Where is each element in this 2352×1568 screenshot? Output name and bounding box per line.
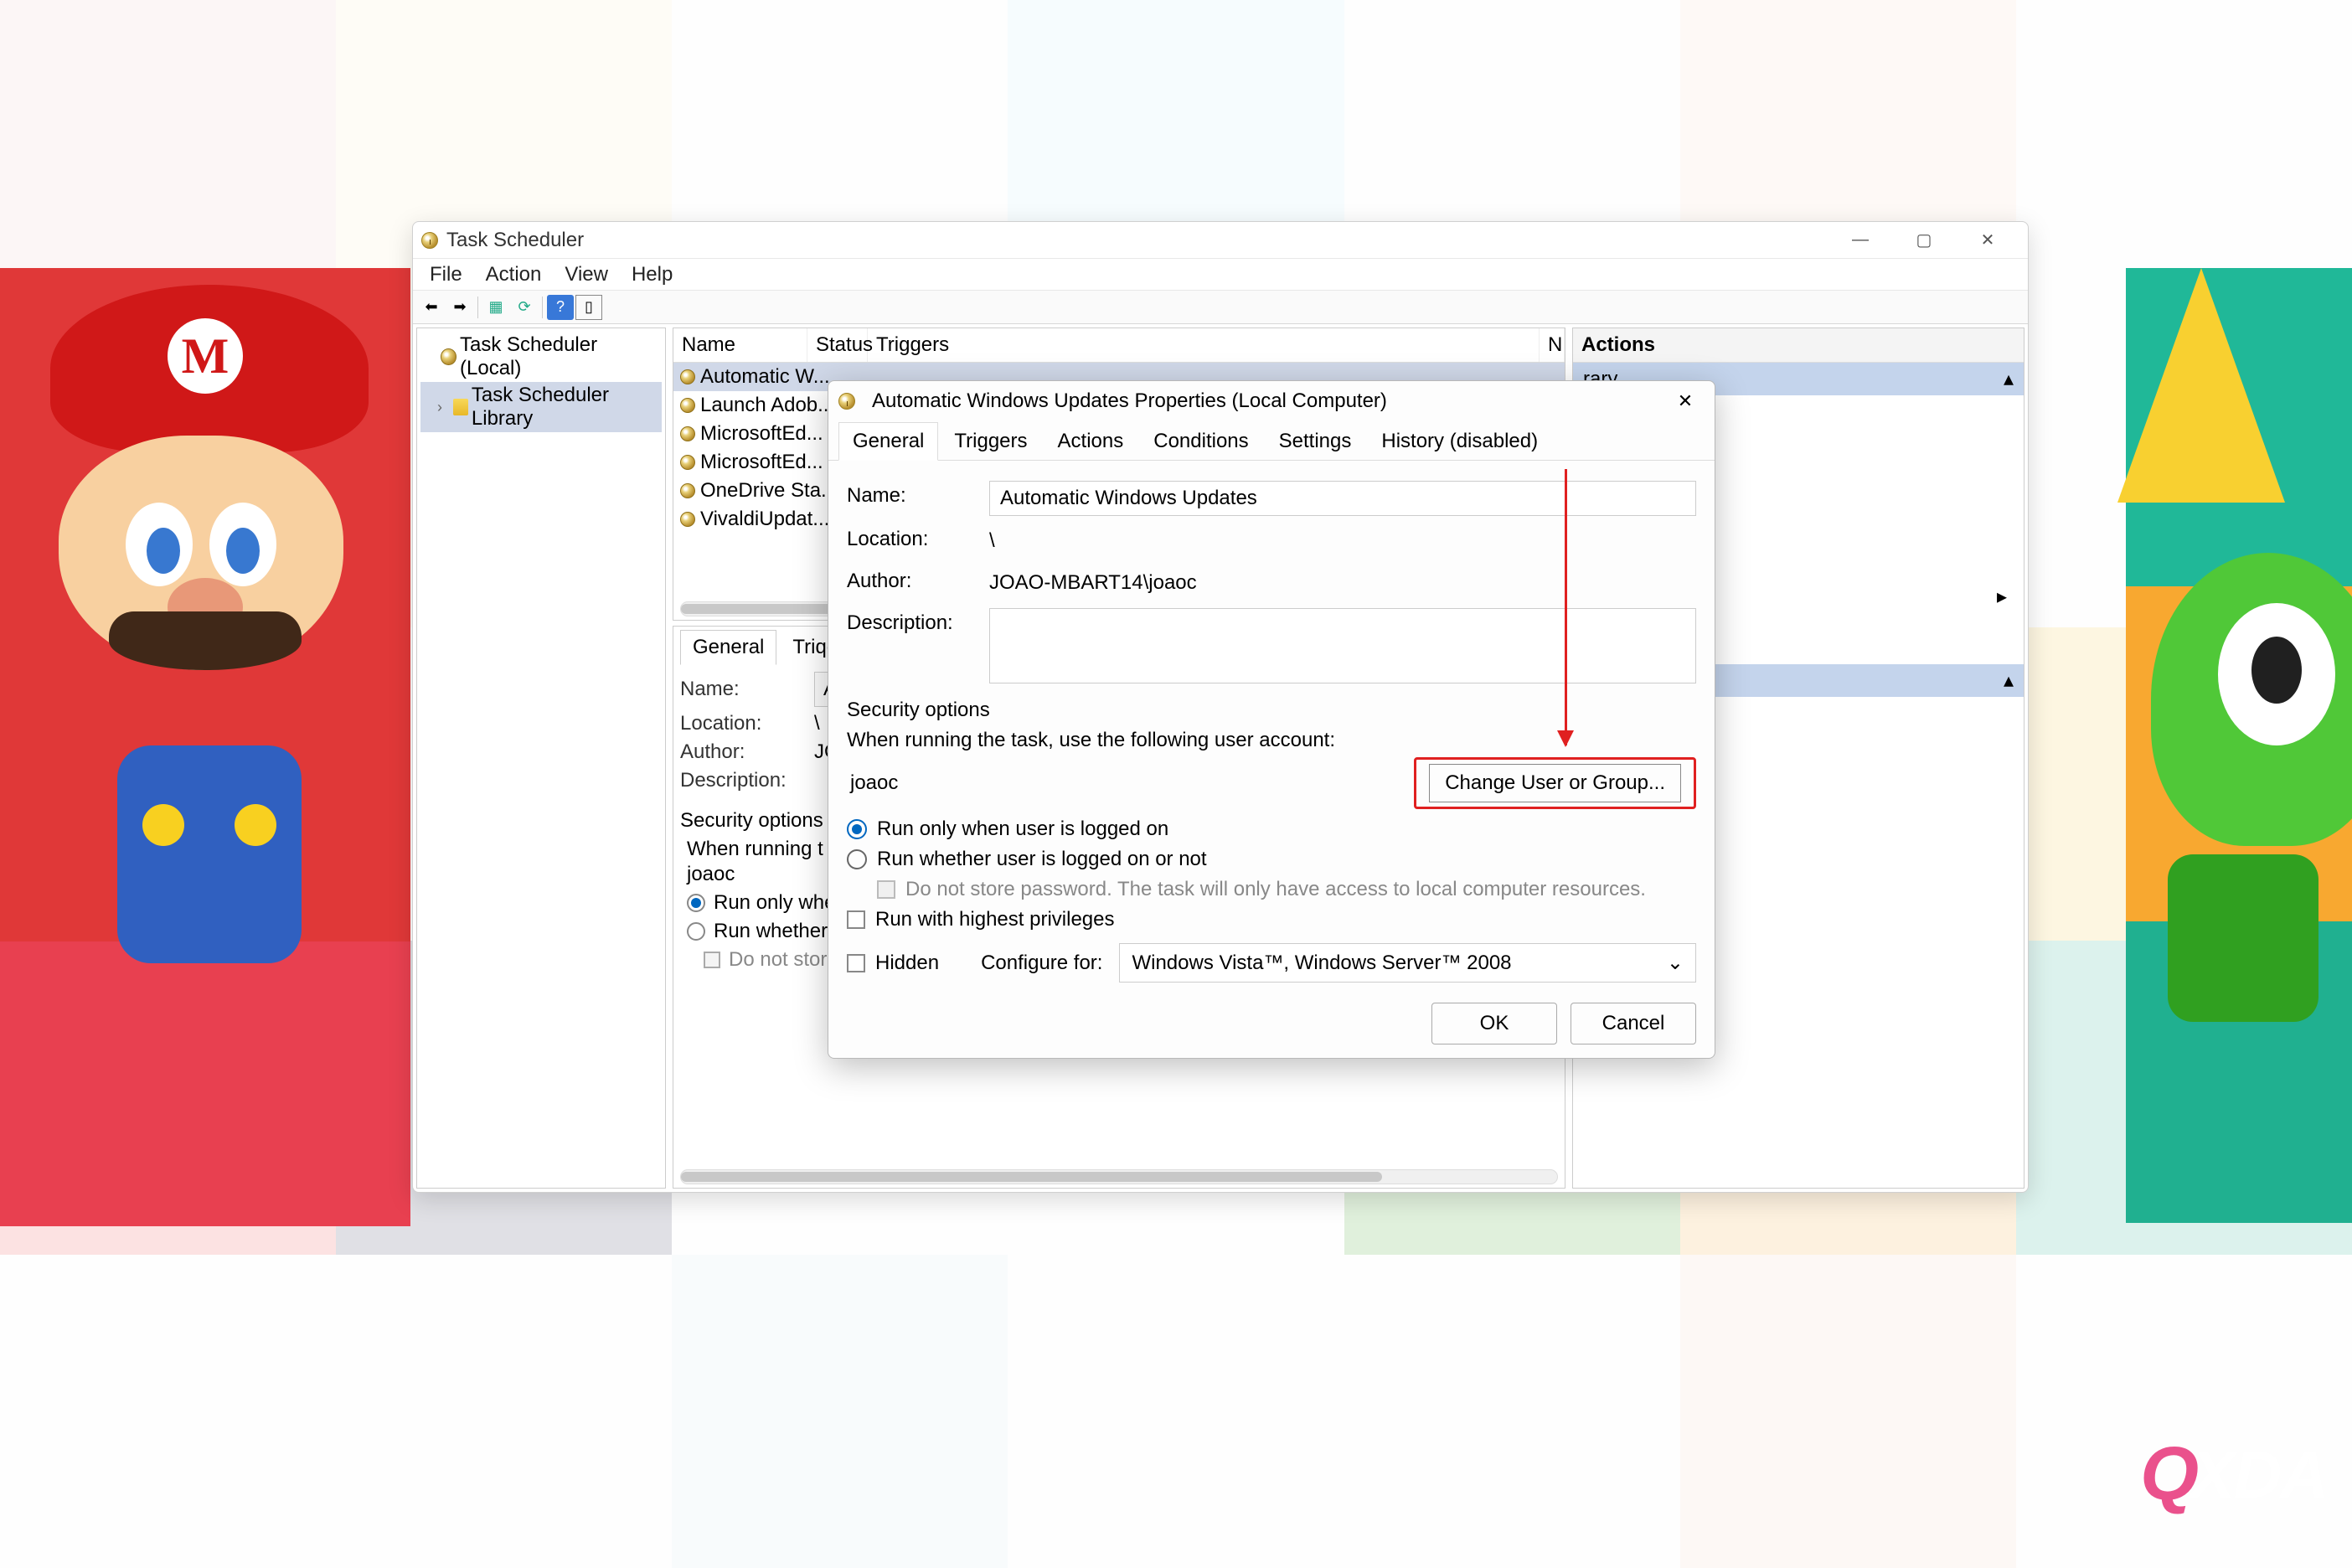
tab-triggers[interactable]: Triggers — [940, 422, 1041, 461]
refresh-button[interactable]: ⟳ — [511, 295, 538, 320]
dialog-title: Automatic Windows Updates Properties (Lo… — [872, 389, 1387, 413]
ok-button[interactable]: OK — [1431, 1003, 1557, 1044]
task-icon — [680, 426, 695, 441]
checkbox-hidden[interactable] — [847, 954, 865, 972]
label-name: Name: — [680, 678, 797, 701]
hscrollbar[interactable] — [680, 1169, 1558, 1184]
dialog-tabs: General Triggers Actions Conditions Sett… — [828, 421, 1715, 461]
task-icon — [680, 369, 695, 384]
radio-run-whether[interactable] — [847, 849, 867, 869]
select-value: Windows Vista™, Windows Server™ 2008 — [1132, 952, 1511, 975]
titlebar[interactable]: Task Scheduler — ▢ ✕ — [413, 222, 2028, 259]
checkbox-no-password-bg — [704, 952, 720, 968]
configure-for-label: Configure for: — [981, 952, 1102, 975]
actions-header: Actions — [1573, 328, 2024, 363]
forward-button[interactable]: ➡ — [446, 295, 473, 320]
dlg-label-author: Author: — [847, 566, 972, 593]
toolbar: ⬅ ➡ ▦ ⟳ ? ▯ — [413, 291, 2028, 324]
tree-library-node[interactable]: › Task Scheduler Library — [420, 382, 662, 432]
menu-view[interactable]: View — [554, 260, 618, 290]
minimize-button[interactable]: — — [1828, 222, 1892, 259]
checkbox-highest-privileges[interactable] — [847, 910, 865, 929]
dialog-titlebar[interactable]: Automatic Windows Updates Properties (Lo… — [828, 381, 1715, 421]
radio-run-logged-on[interactable] — [847, 819, 867, 839]
tab-settings[interactable]: Settings — [1265, 422, 1366, 461]
location-value: \ — [989, 524, 995, 558]
menu-action[interactable]: Action — [476, 260, 552, 290]
scroll-thumb[interactable] — [681, 1172, 1382, 1182]
window-title: Task Scheduler — [446, 229, 584, 252]
user-account-value: joaoc — [847, 766, 1404, 800]
collapse-icon[interactable]: ▴ — [2004, 367, 2014, 391]
task-icon — [680, 512, 695, 527]
tree-panel: Task Scheduler (Local) › Task Scheduler … — [416, 328, 666, 1189]
col-triggers[interactable]: Triggers — [868, 328, 1540, 362]
tree-root-label: Task Scheduler (Local) — [460, 333, 658, 380]
label-author: Author: — [680, 740, 797, 764]
properties-dialog: Automatic Windows Updates Properties (Lo… — [828, 380, 1715, 1059]
dialog-icon — [838, 393, 855, 410]
dlg-label-description: Description: — [847, 608, 972, 635]
tree-root-node[interactable]: Task Scheduler (Local) — [420, 332, 662, 382]
name-input[interactable] — [989, 481, 1696, 516]
xda-watermark: Q XDA — [2140, 1431, 2327, 1518]
cancel-button[interactable]: Cancel — [1571, 1003, 1696, 1044]
toolbar-action-icon[interactable]: ▦ — [482, 295, 509, 320]
check-label: Do not store password. The task will onl… — [905, 878, 1646, 901]
chevron-right-icon: ▸ — [1997, 585, 2007, 609]
dlg-label-name: Name: — [847, 481, 972, 508]
dialog-close-button[interactable]: ✕ — [1666, 384, 1705, 418]
help-button[interactable]: ? — [547, 295, 574, 320]
scheduler-icon — [441, 348, 456, 365]
check-label: Run with highest privileges — [875, 908, 1114, 931]
chevron-down-icon: ⌄ — [1667, 951, 1684, 975]
author-value: JOAO-MBART14\joaoc — [989, 566, 1197, 600]
tab-history[interactable]: History (disabled) — [1367, 422, 1552, 461]
location-value-bg: \ — [814, 712, 820, 735]
folder-icon — [453, 399, 468, 415]
label-description: Description: — [680, 769, 797, 792]
task-icon — [680, 483, 695, 498]
task-icon — [680, 455, 695, 470]
radio-run-logged-on-bg[interactable] — [687, 894, 705, 912]
dlg-label-location: Location: — [847, 524, 972, 551]
highlight-annotation: Change User or Group... — [1414, 757, 1696, 809]
col-status[interactable]: Status — [807, 328, 868, 362]
menu-file[interactable]: File — [420, 260, 472, 290]
close-button[interactable]: ✕ — [1956, 222, 2019, 259]
tab-conditions[interactable]: Conditions — [1139, 422, 1262, 461]
col-next[interactable]: N — [1540, 328, 1565, 362]
security-options-heading: Security options — [847, 699, 1696, 722]
back-button[interactable]: ⬅ — [418, 295, 445, 320]
detail-tab-general[interactable]: General — [680, 630, 776, 665]
label-location: Location: — [680, 712, 797, 735]
expand-icon[interactable]: › — [437, 399, 450, 416]
list-header: Name Status Triggers N — [673, 328, 1565, 363]
maximize-button[interactable]: ▢ — [1892, 222, 1956, 259]
tree-library-label: Task Scheduler Library — [472, 384, 658, 431]
configure-for-select[interactable]: Windows Vista™, Windows Server™ 2008 ⌄ — [1119, 943, 1696, 983]
menubar: File Action View Help — [413, 259, 2028, 291]
tab-actions[interactable]: Actions — [1044, 422, 1138, 461]
description-textarea[interactable] — [989, 608, 1696, 683]
radio-label: Run whether user is logged on or not — [877, 848, 1207, 871]
mario-m-emblem: M — [168, 318, 243, 394]
check-label: Hidden — [875, 952, 939, 975]
annotation-arrow — [1565, 469, 1567, 745]
checkbox-no-password — [877, 880, 895, 899]
task-icon — [680, 398, 695, 413]
collapse-icon[interactable]: ▴ — [2004, 668, 2014, 693]
change-user-button[interactable]: Change User or Group... — [1429, 764, 1681, 802]
radio-label: Run only when user is logged on — [877, 818, 1168, 841]
tab-general[interactable]: General — [838, 422, 938, 461]
menu-help[interactable]: Help — [622, 260, 683, 290]
app-icon — [421, 232, 438, 249]
toolbar-panel-icon[interactable]: ▯ — [575, 295, 602, 320]
radio-run-whether-bg[interactable] — [687, 922, 705, 941]
col-name[interactable]: Name — [673, 328, 807, 362]
